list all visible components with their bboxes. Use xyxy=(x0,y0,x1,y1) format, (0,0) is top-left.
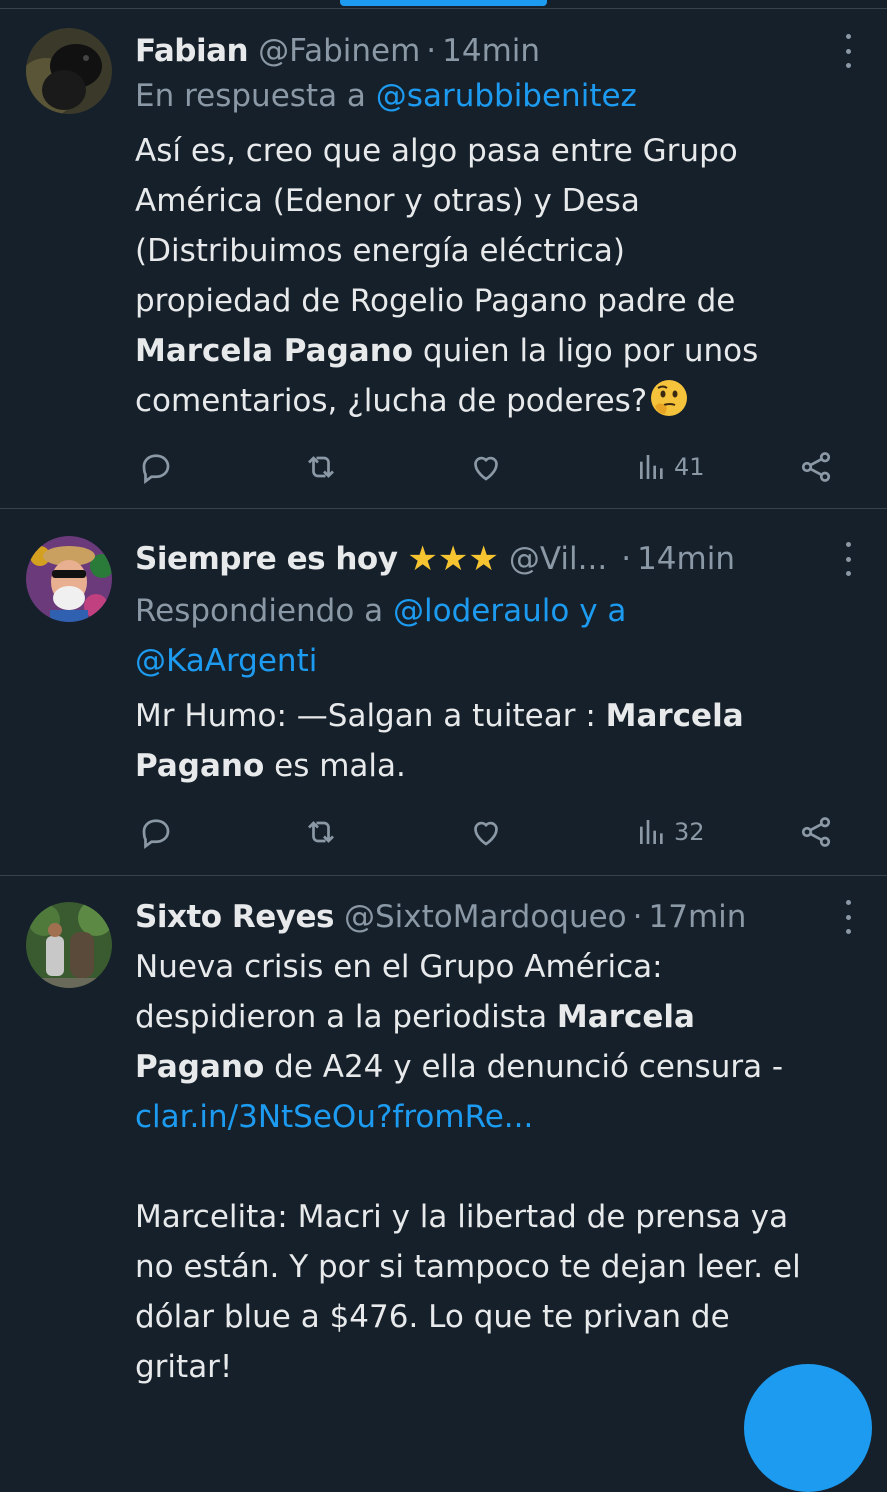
mention-bold: Marcela Pagano xyxy=(135,333,414,369)
separator: · xyxy=(621,541,632,577)
separator: · xyxy=(426,33,437,69)
views-icon xyxy=(640,455,663,479)
author-handle[interactable]: @SixtoMardoqueo xyxy=(344,899,627,935)
author-name[interactable]: Sixto Reyes xyxy=(135,899,334,935)
share-icon[interactable] xyxy=(798,447,834,487)
divider xyxy=(0,508,887,509)
retweet-icon[interactable] xyxy=(302,812,340,852)
more-icon[interactable] xyxy=(843,900,853,934)
avatar[interactable] xyxy=(26,536,112,622)
views-button[interactable]: 41 xyxy=(636,447,705,487)
reply-mention[interactable]: @sarubbibenitez xyxy=(376,78,637,114)
tweet-header: Siempre es hoy ★★★ @Vil... · 14min xyxy=(135,534,735,584)
reply-context: En respuesta a @sarubbibenitez xyxy=(135,71,637,121)
tweet-header: Sixto Reyes @SixtoMardoqueo · 17min xyxy=(135,892,746,942)
views-count: 32 xyxy=(674,818,705,846)
tweet-2[interactable]: Siempre es hoy ★★★ @Vil... · 14min Respo… xyxy=(0,534,887,874)
more-icon[interactable] xyxy=(843,34,853,68)
separator: · xyxy=(632,899,643,935)
text-span: despidieron a la periodista xyxy=(135,999,557,1035)
timestamp[interactable]: 17min xyxy=(649,899,747,935)
reply-join: y a xyxy=(579,593,627,629)
mention-bold: Marcela xyxy=(605,698,744,734)
reply-mention[interactable]: @loderaulo xyxy=(393,593,569,629)
text-line: (Distribuimos energía eléctrica) xyxy=(135,233,625,269)
text-line: Así es, creo que algo pasa entre Grupo xyxy=(135,133,738,169)
author-handle[interactable]: @Fabinem xyxy=(258,33,420,69)
text-line: Nueva crisis en el Grupo América: xyxy=(135,949,663,985)
divider xyxy=(0,875,887,876)
text-line: América (Edenor y otras) y Desa xyxy=(135,183,640,219)
reply-icon[interactable] xyxy=(138,812,174,852)
reply-mention[interactable]: @KaArgenti xyxy=(135,643,317,679)
mention-bold: Pagano xyxy=(135,1049,265,1085)
retweet-icon[interactable] xyxy=(302,447,340,487)
author-handle[interactable]: @Vil... xyxy=(509,541,607,577)
text-span: Mr Humo: —Salgan a tuitear : xyxy=(135,698,606,734)
text-line: Pagano de A24 y ella denunció censura - xyxy=(135,1042,875,1092)
compose-fab[interactable] xyxy=(744,1364,872,1492)
text-line: Marcelita: Macri y la libertad de prensa… xyxy=(135,1199,789,1235)
text-line: Pagano es mala. xyxy=(135,741,865,791)
tweet-header: Fabian @Fabinem · 14min xyxy=(135,26,540,76)
reply-context-line2: @KaArgenti xyxy=(135,636,317,686)
like-icon[interactable] xyxy=(468,812,504,852)
thinking-face-icon xyxy=(651,380,688,416)
text-line: despidieron a la periodista Marcela xyxy=(135,992,875,1042)
text-span: quien la ligo por unos xyxy=(413,333,759,369)
views-icon xyxy=(640,820,663,844)
timestamp[interactable]: 14min xyxy=(637,541,735,577)
tweet-1[interactable]: Fabian @Fabinem · 14min En respuesta a @… xyxy=(0,26,887,506)
text-line: Mr Humo: —Salgan a tuitear : Marcela xyxy=(135,691,865,741)
reply-icon[interactable] xyxy=(138,447,174,487)
reply-prefix: En respuesta a xyxy=(135,78,366,114)
author-name[interactable]: Fabian xyxy=(135,33,249,69)
tweet-actions: 32 xyxy=(0,812,887,852)
reply-prefix: Respondiendo a xyxy=(135,593,384,629)
text-line: no están. Y por si tampoco te dejan leer… xyxy=(135,1249,801,1285)
article-link[interactable]: clar.in/3NtSeOu?fromRe... xyxy=(135,1099,533,1135)
text-line: clar.in/3NtSeOu?fromRe... xyxy=(135,1092,875,1142)
text-line: Marcela Pagano quien la ligo por unos xyxy=(135,326,865,376)
mention-bold: Pagano xyxy=(135,748,265,784)
views-button[interactable]: 32 xyxy=(636,812,705,852)
avatar[interactable] xyxy=(26,28,112,114)
author-name[interactable]: Siempre es hoy xyxy=(135,541,398,577)
timestamp[interactable]: 14min xyxy=(442,33,540,69)
like-icon[interactable] xyxy=(468,447,504,487)
views-count: 41 xyxy=(674,453,705,481)
top-border xyxy=(0,8,887,9)
avatar[interactable] xyxy=(26,902,112,988)
tweet-text: Así es, creo que algo pasa entre Grupo A… xyxy=(135,126,865,426)
share-icon[interactable] xyxy=(798,812,834,852)
text-span: es mala. xyxy=(264,748,406,784)
tweet-text: Mr Humo: —Salgan a tuitear : Marcela Pag… xyxy=(135,691,865,791)
tweet-3[interactable]: Sixto Reyes @SixtoMardoqueo · 17min Nuev… xyxy=(0,892,887,1389)
more-icon[interactable] xyxy=(843,542,853,576)
text-line: dólar blue a $476. Lo que te privan de xyxy=(135,1299,730,1335)
tab-indicator xyxy=(340,0,547,6)
text-line: propiedad de Rogelio Pagano padre de xyxy=(135,283,736,319)
star-badges: ★★★ xyxy=(407,539,499,579)
text-span: de A24 y ella denunció censura - xyxy=(264,1049,784,1085)
tweet-actions: 41 xyxy=(0,447,887,487)
mention-bold: Marcela xyxy=(556,999,695,1035)
text-span: comentarios, ¿lucha de poderes? xyxy=(135,383,648,419)
text-line: comentarios, ¿lucha de poderes? xyxy=(135,376,865,426)
reply-context: Respondiendo a @loderaulo y a xyxy=(135,586,626,636)
tweet-text: Nueva crisis en el Grupo América: despid… xyxy=(135,942,875,1392)
